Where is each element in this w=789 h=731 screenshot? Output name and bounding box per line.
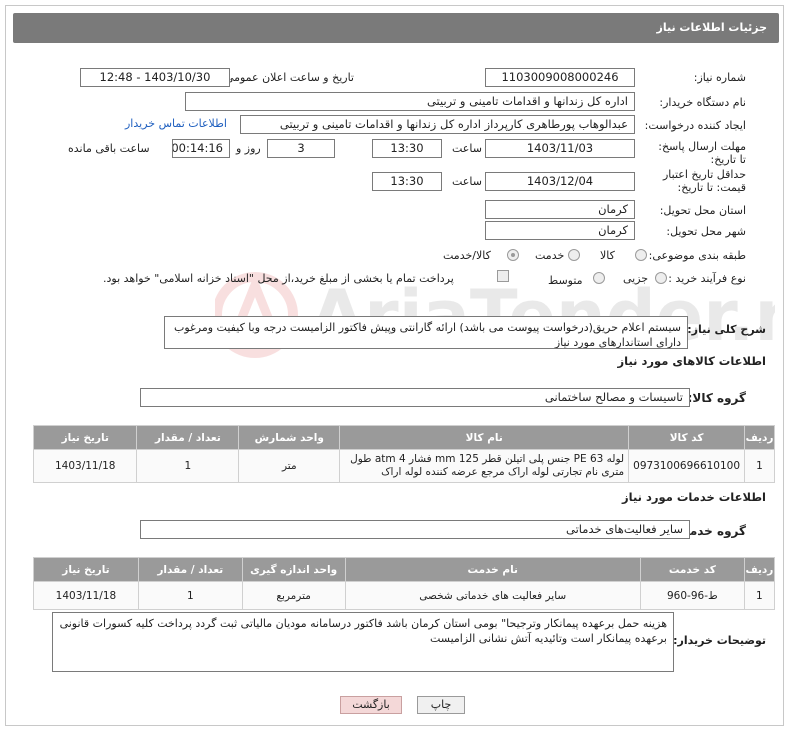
validity-time-field: 13:30 [372,172,442,191]
page-header: جزئیات اطلاعات نیاز [13,13,779,43]
col-name: نام خدمت [344,557,641,582]
col-code: کد خدمت [639,557,745,582]
cell-row: 1 [744,449,775,483]
process-small-label: جزیی [623,272,649,285]
payment-note: پرداخت تمام یا بخشی از مبلغ خرید،از محل … [103,272,454,285]
col-code: کد کالا [628,425,746,450]
description-label: شرح کلی نیاز: [687,323,766,336]
cell-qty: 1 [137,581,243,610]
cell-unit: متر [238,449,341,483]
buyer-notes-label: توضیحات خریدار: [673,634,766,647]
process-medium-radio[interactable] [593,272,605,284]
need-number-field: 1103009008000246 [485,68,635,87]
category-both-label: کالا/خدمت [443,249,491,262]
col-date: تاریخ نیاز [32,425,138,450]
category-service-label: خدمت [535,249,565,262]
validity-label: حداقل تاریخ اعتبار قیمت: تا تاریخ: [662,168,746,194]
page-title: جزئیات اطلاعات نیاز [656,21,768,34]
creator-label: ایجاد کننده درخواست: [644,119,746,132]
col-row: ردیف [744,425,775,450]
treasury-checkbox[interactable] [497,270,509,282]
deadline-time-field: 13:30 [372,139,442,158]
city-label: شهر محل تحویل: [666,225,746,238]
days-count-field: 3 [267,139,335,158]
cell-code: 0973100696610100 [628,449,746,483]
col-qty: تعداد / مقدار [136,425,240,450]
table-row: 1 ط-96-960 سایر فعالیت های خدماتی شخصی م… [33,581,776,610]
category-goods-radio[interactable] [635,249,647,261]
goods-table: ردیف کد کالا نام کالا واحد شمارش تعداد /… [32,425,775,483]
cell-date: 1403/11/18 [32,449,138,483]
remaining-label: ساعت باقی مانده [68,142,150,155]
creator-field: عبدالوهاب پورطاهری کارپرداز اداره کل زند… [240,115,635,134]
goods-group-field: تاسیسات و مصالح ساختمانی [140,388,690,407]
process-small-radio[interactable] [655,272,667,284]
announce-label: تاریخ و ساعت اعلان عمومی: [221,71,354,84]
cell-date: 1403/11/18 [33,581,139,610]
cell-code: ط-96-960 [639,581,745,610]
process-medium-label: متوسط [548,274,583,287]
cell-row: 1 [743,581,776,610]
description-textarea[interactable]: سیستم اعلام حریق(درخواست پیوست می باشد) … [164,316,688,349]
goods-group-label: گروه کالا: [687,391,746,405]
cell-name: سایر فعالیت های خدماتی شخصی [344,581,641,610]
category-goods-label: کالا [600,249,615,262]
need-number-label: شماره نیاز: [693,71,746,84]
deadline-date-field: 1403/11/03 [485,139,635,158]
province-field: کرمان [485,200,635,219]
remaining-time-field: 00:14:16 [172,139,230,158]
validity-date-field: 1403/12/04 [485,172,635,191]
buyer-contact-link[interactable]: اطلاعات تماس خریدار [125,117,227,130]
services-table: ردیف کد خدمت نام خدمت واحد اندازه گیری ت… [33,557,776,610]
col-unit: واحد شمارش [238,425,341,450]
cell-qty: 1 [136,449,240,483]
back-button[interactable]: بازگشت [340,696,402,714]
buyer-org-field: اداره کل زندانها و اقدامات تامینی و تربی… [185,92,635,111]
category-both-radio[interactable] [507,249,519,261]
cell-unit: مترمربع [241,581,346,610]
col-name: نام کالا [339,425,630,450]
goods-table-header: ردیف کد کالا نام کالا واحد شمارش تعداد /… [32,425,775,450]
services-table-header: ردیف کد خدمت نام خدمت واحد اندازه گیری ت… [33,557,776,582]
print-button[interactable]: چاپ [417,696,465,714]
buyer-notes-textarea[interactable]: هزینه حمل برعهده پیمانکار وترجیحا" بومی … [52,612,674,672]
goods-section-title: اطلاعات کالاهای مورد نیاز [617,354,766,368]
city-field: کرمان [485,221,635,240]
table-row: 1 0973100696610100 لوله PE 63 جنس پلی ات… [32,449,775,483]
category-label: طبقه بندی موضوعی: [648,249,746,262]
buyer-org-label: نام دستگاه خریدار: [659,96,746,109]
province-label: استان محل تحویل: [659,204,746,217]
days-label: روز و [236,142,261,155]
col-unit: واحد اندازه گیری [241,557,346,582]
deadline-time-label: ساعت [452,142,482,155]
services-section-title: اطلاعات خدمات مورد نیاز [622,490,766,504]
process-label: نوع فرآیند خرید : [668,272,746,285]
validity-time-label: ساعت [452,175,482,188]
announce-field: 1403/10/30 - 12:48 [80,68,230,87]
cell-name: لوله PE 63 جنس پلی اتیلن قطر 125 mm فشار… [339,449,630,483]
deadline-label: مهلت ارسال پاسخ: تا تاریخ: [658,140,746,166]
col-date: تاریخ نیاز [33,557,139,582]
category-service-radio[interactable] [568,249,580,261]
services-group-field: سایر فعالیت‌های خدماتی [140,520,690,539]
col-row: ردیف [743,557,776,582]
col-qty: تعداد / مقدار [137,557,243,582]
